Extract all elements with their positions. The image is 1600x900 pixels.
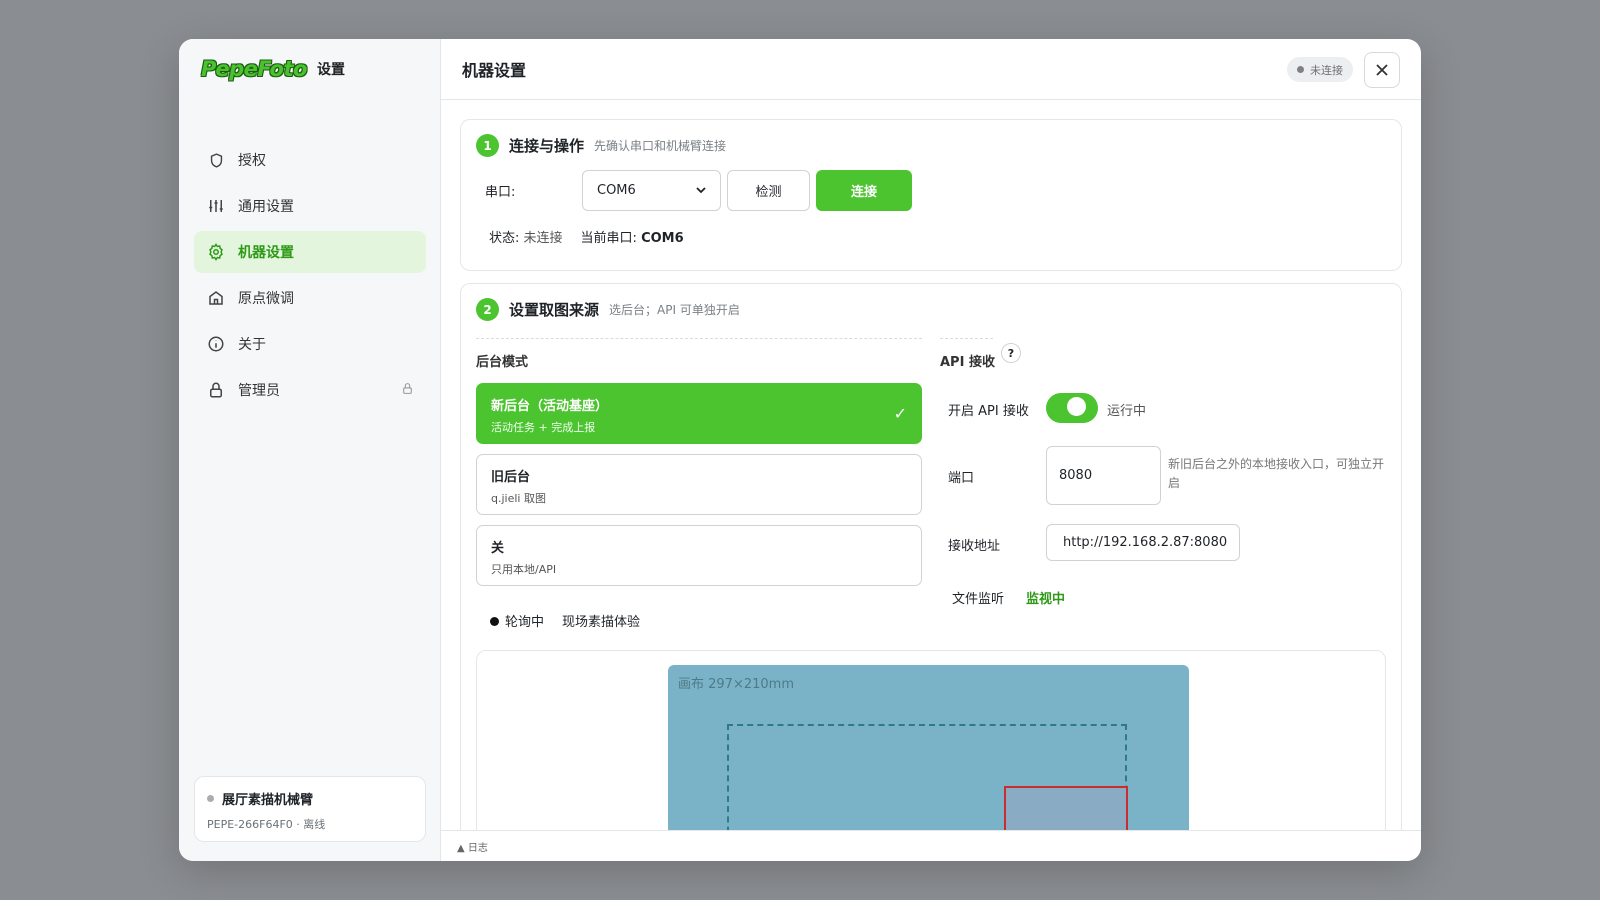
sidebar-item-about[interactable]: 关于	[194, 323, 426, 365]
status-field: 状态: 未连接	[489, 227, 563, 246]
status-dot-icon	[1297, 66, 1304, 73]
close-icon	[1376, 64, 1388, 76]
sidebar-item-label: 通用设置	[238, 199, 294, 215]
serial-port-value: COM6	[597, 183, 636, 198]
image-source-card: 2 设置取图来源 选后台；API 可单独开启 后台模式 新后台（活动基座） 活动…	[460, 283, 1402, 831]
current-port-label: 当前串口:	[580, 231, 637, 246]
detect-button[interactable]: 检测	[727, 170, 810, 211]
sidebar-nav: 授权 通用设置 机器设置 原点微调 关于 管理员	[194, 139, 426, 415]
home-icon	[206, 288, 226, 308]
canvas-area[interactable]: 画布 297×210mm	[668, 665, 1189, 831]
step-title: 设置取图来源	[509, 301, 600, 319]
brand-subtitle: 设置	[316, 62, 345, 78]
topbar: 机器设置 未连接	[441, 39, 1421, 100]
connection-status-text: 未连接	[1310, 63, 1343, 77]
device-name-row: 展厅素描机械臂	[207, 789, 413, 808]
sidebar-item-label: 管理员	[238, 383, 280, 399]
step-1-header: 1 连接与操作 先确认串口和机械臂连接	[476, 134, 726, 157]
page-title: 机器设置	[462, 61, 527, 80]
sidebar-item-origin[interactable]: 原点微调	[194, 277, 426, 319]
device-meta: PEPE-266F64F0 · 离线	[207, 818, 326, 831]
close-button[interactable]	[1364, 52, 1400, 88]
sidebar-item-machine[interactable]: 机器设置	[194, 231, 426, 273]
option-subtitle: q.jieli 取图	[491, 492, 546, 505]
port-hint: 新旧后台之外的本地接收入口，可独立开启	[1168, 457, 1385, 490]
sidebar-item-general[interactable]: 通用设置	[194, 185, 426, 227]
polling-status-text: 轮询中	[505, 615, 545, 630]
connection-status-row: 状态: 未连接 当前串口: COM6	[489, 227, 684, 246]
shield-icon	[206, 150, 226, 170]
small-lock-icon	[401, 382, 414, 399]
lock-icon	[206, 380, 226, 400]
option-subtitle: 只用本地/API	[491, 563, 557, 576]
serial-port-label: 串口:	[485, 185, 516, 200]
step-2-header: 2 设置取图来源 选后台；API 可单独开启	[476, 298, 740, 321]
help-button[interactable]: ?	[1001, 343, 1021, 363]
sidebar-item-admin[interactable]: 管理员	[194, 369, 426, 411]
option-title: 新后台（活动基座）	[491, 399, 609, 414]
sidebar: PepeFoto 设置 授权 通用设置 机器设置 原点微调 关于 管理员 展厅素…	[179, 39, 441, 861]
address-label: 接收地址	[948, 539, 1001, 554]
api-enable-toggle[interactable]	[1046, 393, 1098, 423]
sliders-icon	[206, 196, 226, 216]
device-name: 展厅素描机械臂	[222, 793, 314, 808]
sidebar-item-label: 关于	[238, 337, 266, 353]
step-number: 1	[476, 134, 499, 157]
sidebar-item-label: 授权	[238, 153, 266, 169]
brand: PepeFoto 设置	[201, 57, 345, 81]
device-card[interactable]: 展厅素描机械臂 PEPE-266F64F0 · 离线	[194, 776, 426, 842]
port-label: 端口	[948, 471, 975, 486]
divider	[940, 338, 993, 339]
file-watch-label: 文件监听	[952, 592, 1005, 607]
current-port-field: 当前串口: COM6	[581, 227, 684, 246]
api-running-status: 运行中	[1107, 404, 1147, 419]
polling-status: 轮询中	[490, 611, 544, 630]
connect-button[interactable]: 连接	[816, 170, 912, 211]
sidebar-item-license[interactable]: 授权	[194, 139, 426, 181]
option-subtitle: 活动任务 + 完成上报	[491, 421, 596, 434]
divider	[476, 338, 922, 339]
file-watch-status: 监视中	[1026, 592, 1066, 607]
gear-icon	[206, 242, 226, 262]
step-hint: 先确认串口和机械臂连接	[594, 139, 727, 153]
backend-mode-label: 后台模式	[476, 355, 529, 370]
canvas-label: 画布 297×210mm	[678, 677, 794, 692]
info-icon	[206, 334, 226, 354]
serial-port-select[interactable]: COM6	[582, 170, 721, 211]
option-title: 旧后台	[491, 470, 531, 485]
api-enable-label: 开启 API 接收	[948, 404, 1029, 419]
connection-card: 1 连接与操作 先确认串口和机械臂连接 串口: COM6 检测 连接 状态: 未…	[460, 119, 1402, 271]
sidebar-item-label: 机器设置	[238, 245, 294, 261]
backend-option-off[interactable]: 关 只用本地/API	[476, 525, 922, 586]
api-receive-label: API 接收	[940, 355, 995, 370]
port-input[interactable]: 8080	[1046, 446, 1161, 505]
polling-status-row: 轮询中 现场素描体验	[490, 611, 640, 630]
polling-activity: 现场素描体验	[562, 615, 641, 630]
status-value: 未连接	[523, 231, 563, 246]
content-scroll[interactable]: 1 连接与操作 先确认串口和机械臂连接 串口: COM6 检测 连接 状态: 未…	[460, 119, 1402, 831]
backend-option-new[interactable]: 新后台（活动基座） 活动任务 + 完成上报 ✓	[476, 383, 922, 444]
status-label: 状态:	[489, 231, 520, 246]
current-port-value: COM6	[641, 231, 684, 246]
settings-modal: PepeFoto 设置 授权 通用设置 机器设置 原点微调 关于 管理员 展厅素…	[179, 39, 1421, 861]
step-number: 2	[476, 298, 499, 321]
backend-option-old[interactable]: 旧后台 q.jieli 取图	[476, 454, 922, 515]
option-title: 关	[491, 541, 505, 556]
step-title: 连接与操作	[509, 137, 585, 155]
offline-dot-icon	[207, 795, 214, 802]
address-field[interactable]: http://192.168.2.87:8080	[1046, 524, 1240, 561]
step-hint: 选后台；API 可单独开启	[609, 303, 740, 317]
canvas-preview: 画布 297×210mm	[476, 650, 1386, 831]
sidebar-item-label: 原点微调	[238, 291, 294, 307]
log-toggle[interactable]: ▲ 日志	[441, 830, 1421, 861]
check-icon: ✓	[893, 404, 907, 423]
connection-status-badge: 未连接	[1287, 57, 1353, 82]
brand-logo: PepeFoto	[201, 57, 307, 81]
toggle-knob	[1067, 397, 1086, 416]
chevron-down-icon	[696, 187, 706, 194]
image-placement-box[interactable]	[1004, 786, 1128, 831]
main-panel: 机器设置 未连接 1 连接与操作 先确认串口和机械臂连接 串口: COM6 检测…	[441, 39, 1421, 861]
status-dot-icon	[490, 617, 499, 626]
